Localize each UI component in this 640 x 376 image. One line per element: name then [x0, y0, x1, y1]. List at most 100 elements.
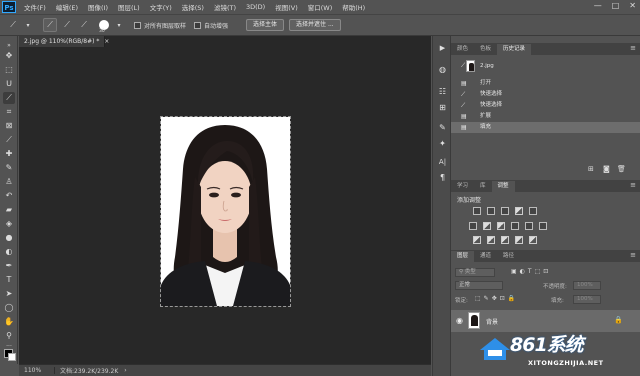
color-lookup-icon[interactable]: [539, 222, 547, 230]
blur-tool-icon[interactable]: ●: [3, 232, 15, 244]
color-balance-icon[interactable]: [483, 222, 491, 230]
minimize-button[interactable]: —: [594, 1, 602, 10]
menu-filter[interactable]: 滤镜(T): [209, 2, 241, 12]
menu-view[interactable]: 视图(V): [270, 2, 303, 12]
invert-icon[interactable]: [473, 236, 481, 244]
adjustments-panel-icon[interactable]: ⊞: [437, 102, 448, 113]
layer-filter-icons[interactable]: ▣◐T⬚⊡: [511, 268, 551, 275]
properties-panel-icon[interactable]: ☷: [437, 86, 448, 97]
new-selection-brush-icon[interactable]: ⟋: [43, 18, 57, 32]
menu-help[interactable]: 帮助(H): [337, 2, 370, 12]
new-snapshot-icon[interactable]: ◙: [603, 165, 610, 173]
path-selection-tool-icon[interactable]: ➤: [3, 288, 15, 300]
channel-mixer-icon[interactable]: [525, 222, 533, 230]
zoom-level[interactable]: 110%: [19, 367, 55, 374]
curves-icon[interactable]: [501, 207, 509, 215]
panel-menu-icon[interactable]: ≡: [630, 44, 636, 52]
menu-layer[interactable]: 图层(L): [113, 2, 145, 12]
auto-enhance-checkbox[interactable]: [194, 21, 202, 29]
eraser-tool-icon[interactable]: ▰: [3, 204, 15, 216]
maximize-button[interactable]: □: [612, 1, 620, 10]
layer-kind-filter[interactable]: ⚲ 类型: [455, 268, 495, 277]
paint-bucket-tool-icon[interactable]: ◈: [3, 218, 15, 230]
ellipse-tool-icon[interactable]: ◯: [3, 302, 15, 314]
lasso-tool-icon[interactable]: ᑌ: [3, 78, 15, 90]
threshold-icon[interactable]: [501, 236, 509, 244]
add-to-selection-brush-icon[interactable]: ⟋: [60, 18, 74, 32]
tab-history[interactable]: 历史记录: [497, 44, 532, 55]
hand-tool-icon[interactable]: ✋: [3, 316, 15, 328]
exposure-icon[interactable]: [515, 207, 523, 215]
gradient-map-icon[interactable]: [515, 236, 523, 244]
menu-image[interactable]: 图像(I): [83, 2, 113, 12]
posterize-icon[interactable]: [487, 236, 495, 244]
frame-tool-icon[interactable]: ⊠: [3, 120, 15, 132]
character-panel-icon[interactable]: A|: [437, 156, 448, 167]
tab-swatches[interactable]: 色板: [474, 44, 497, 55]
subtract-from-selection-brush-icon[interactable]: ⟋: [77, 18, 91, 32]
document-image[interactable]: [160, 116, 291, 307]
menu-select[interactable]: 选择(S): [177, 2, 209, 12]
crop-tool-icon[interactable]: ⌗: [3, 106, 15, 118]
history-snapshot[interactable]: ⟋ 2.jpg: [451, 58, 640, 74]
brush-size-swatch-icon[interactable]: 30: [99, 20, 109, 34]
panel-menu-icon[interactable]: ≡: [630, 181, 636, 189]
tab-color[interactable]: 颜色: [451, 44, 474, 55]
history-state-open[interactable]: ▤ 打开: [451, 78, 640, 89]
quick-selection-tool-preset-icon[interactable]: ⟋: [6, 18, 20, 32]
panel-menu-icon[interactable]: ≡: [630, 251, 636, 259]
tab-channels[interactable]: 通道: [474, 251, 497, 262]
paragraph-panel-icon[interactable]: ¶: [437, 172, 448, 183]
move-tool-icon[interactable]: ✥: [3, 50, 15, 62]
eye-visibility-icon[interactable]: ◉: [456, 316, 463, 325]
selective-color-icon[interactable]: [529, 236, 537, 244]
close-window-button[interactable]: ✕: [629, 1, 636, 10]
menu-type[interactable]: 文字(Y): [145, 2, 177, 12]
menu-window[interactable]: 窗口(W): [303, 2, 338, 12]
color-panel-icon[interactable]: ◍: [437, 64, 448, 75]
layer-row-background[interactable]: ◉ 背景 🔒: [451, 310, 640, 332]
status-menu-icon[interactable]: ›: [124, 367, 126, 374]
pen-tool-icon[interactable]: ✒: [3, 260, 15, 272]
marquee-tool-icon[interactable]: ⬚: [3, 64, 15, 76]
vibrance-icon[interactable]: [529, 207, 537, 215]
select-subject-button[interactable]: 选择主体: [246, 19, 285, 31]
tab-layers[interactable]: 图层: [451, 251, 475, 262]
quick-selection-tool-icon[interactable]: ⟋: [3, 92, 15, 104]
tab-libraries[interactable]: 库: [474, 181, 492, 192]
tab-paths[interactable]: 路径: [497, 251, 520, 262]
hue-saturation-icon[interactable]: [469, 222, 477, 230]
lock-icons[interactable]: ⬚✎✥⊡🔒: [475, 295, 518, 302]
photo-filter-icon[interactable]: [511, 222, 519, 230]
tab-learn[interactable]: 学习: [451, 181, 474, 192]
menu-edit[interactable]: 编辑(E): [51, 2, 83, 12]
history-state-quick-select-2[interactable]: ⟋ 快速选择: [451, 100, 640, 111]
menu-3d[interactable]: 3D(D): [241, 3, 270, 11]
document-tab-close-icon[interactable]: ×: [104, 38, 109, 45]
brush-tool-icon[interactable]: ✎: [3, 162, 15, 174]
clone-stamp-tool-icon[interactable]: ♙: [3, 176, 15, 188]
brightness-contrast-icon[interactable]: [473, 207, 481, 215]
opacity-input[interactable]: 100%: [573, 281, 601, 290]
select-and-mask-button[interactable]: 选择并遮住 ...: [289, 19, 341, 31]
eyedropper-tool-icon[interactable]: ⟋: [3, 134, 15, 146]
path-panel-icon[interactable]: ✦: [437, 138, 448, 149]
brush-settings-icon[interactable]: ✎: [437, 122, 448, 133]
play-actions-icon[interactable]: ▶: [437, 42, 448, 53]
tab-adjustments[interactable]: 调整: [491, 181, 515, 192]
blend-mode-select[interactable]: 正常: [455, 281, 503, 290]
dodge-tool-icon[interactable]: ◐: [3, 246, 15, 258]
background-color-swatch[interactable]: [8, 353, 16, 361]
fill-input[interactable]: 100%: [573, 295, 601, 304]
delete-state-icon[interactable]: 🗑: [617, 165, 626, 173]
history-state-expand[interactable]: ▤ 扩展: [451, 111, 640, 122]
healing-brush-tool-icon[interactable]: ✚: [3, 148, 15, 160]
preset-dropdown-icon[interactable]: ▾: [21, 18, 35, 32]
type-tool-icon[interactable]: T: [3, 274, 15, 286]
menu-file[interactable]: 文件(F): [19, 2, 51, 12]
history-state-quick-select-1[interactable]: ⟋ 快速选择: [451, 89, 640, 100]
brush-dropdown-icon[interactable]: ▾: [112, 18, 126, 32]
new-document-from-state-icon[interactable]: ⊞: [588, 165, 594, 173]
history-brush-tool-icon[interactable]: ↶: [3, 190, 15, 202]
history-state-fill[interactable]: ▤ 填充: [451, 122, 640, 133]
